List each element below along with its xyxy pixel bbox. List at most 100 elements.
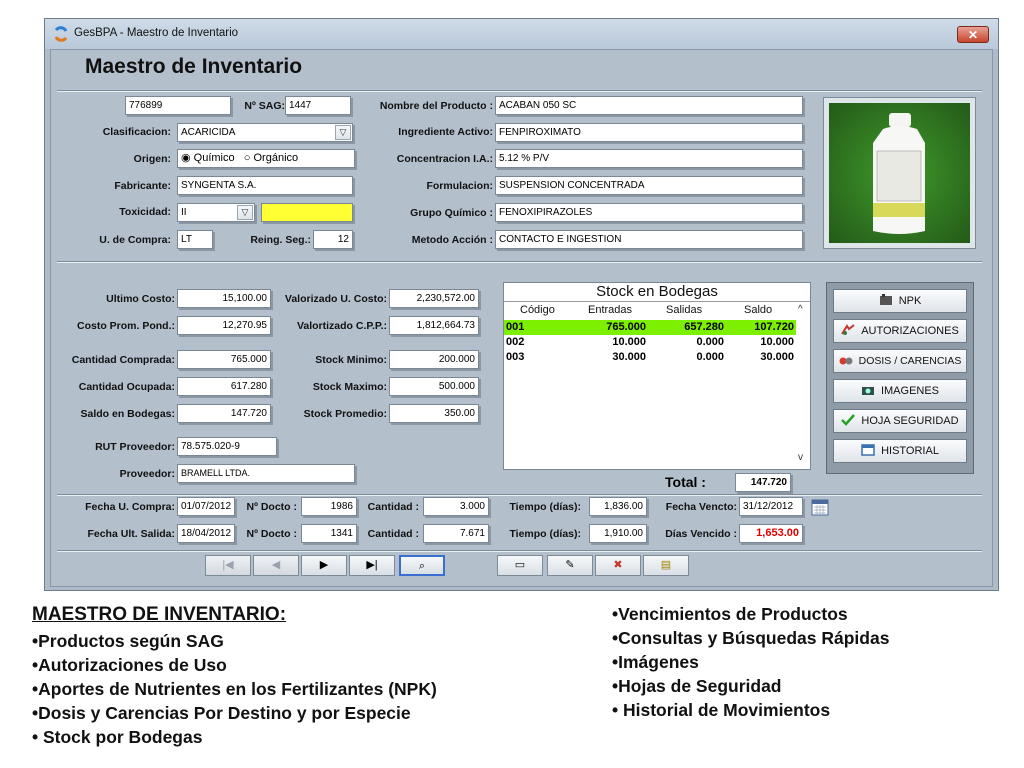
col-salidas-header[interactable]: Salidas [666, 304, 702, 316]
reing-field[interactable]: 12 [313, 230, 353, 249]
fecha-compra-field[interactable]: 01/07/2012 [177, 497, 235, 516]
ndocto-field-2[interactable]: 1341 [301, 524, 357, 543]
grupo-field[interactable]: FENOXIPIRAZOLES [495, 203, 803, 222]
scroll-down-icon[interactable]: v [798, 452, 803, 463]
ucompra-field[interactable]: LT [177, 230, 213, 249]
table-row[interactable]: 002 10.000 0.000 10.000 [504, 336, 796, 350]
metodo-field[interactable]: CONTACTO E INGESTION [495, 230, 803, 249]
next-record-button[interactable]: ▶ [301, 555, 347, 576]
chevron-down-icon[interactable]: ▽ [335, 125, 351, 140]
last-record-button[interactable]: ▶| [349, 555, 395, 576]
nombre-field[interactable]: ACABAN 050 SC [495, 96, 803, 115]
stock-min-field[interactable]: 200.000 [389, 350, 479, 369]
formulacion-label: Formulacion: [426, 180, 493, 192]
divider [57, 90, 982, 92]
binoculars-icon: ⌕ [418, 560, 426, 572]
formulacion-field[interactable]: SUSPENSION CONCENTRADA [495, 176, 803, 195]
fabricante-field[interactable]: SYNGENTA S.A. [177, 176, 353, 195]
table-cell: 002 [506, 336, 525, 348]
autorizaciones-button[interactable]: AUTORIZACIONES [833, 319, 967, 343]
previous-record-button[interactable]: ◀ [253, 555, 299, 576]
cant-ocupada-field[interactable]: 617.280 [177, 377, 271, 396]
total-label: Total : [665, 474, 706, 490]
slide-bullet: •Imágenes [612, 652, 699, 672]
first-record-button[interactable]: |◀ [205, 555, 251, 576]
vencto-field[interactable]: 31/12/2012 [739, 497, 803, 516]
radio-organico[interactable]: ○ Orgánico [244, 152, 298, 164]
fecha-salida-label: Fecha Ult. Salida: [87, 528, 175, 540]
product-image [829, 103, 970, 243]
col-saldo-header[interactable]: Saldo [744, 304, 772, 316]
cant-comprada-label: Cantidad Comprada: [71, 354, 175, 366]
concentracion-label: Concentracion I.A.: [396, 153, 493, 165]
search-binoculars-button[interactable]: ⌕ [399, 555, 445, 576]
fabricante-label: Fabricante: [114, 180, 171, 192]
concentracion-field[interactable]: 5.12 % P/V [495, 149, 803, 168]
ultimo-costo-field[interactable]: 15,100.00 [177, 289, 271, 308]
table-row[interactable]: 001 765.000 657.280 107.720 [504, 321, 796, 335]
table-cell: 001 [506, 321, 525, 333]
table-cell: 0.000 [696, 351, 724, 363]
stock-table[interactable]: Stock en Bodegas Código Entradas Salidas… [503, 282, 811, 470]
saldo-field[interactable]: 147.720 [177, 404, 271, 423]
cantidad-field-1[interactable]: 3.000 [423, 497, 489, 516]
tiempo-field-2[interactable]: 1,910.00 [589, 524, 647, 543]
clasificacion-select[interactable]: ACARICIDA ▽ [177, 123, 353, 142]
clasificacion-label: Clasificacion: [102, 126, 171, 138]
dosis-button[interactable]: DOSIS / CARENCIAS [833, 349, 967, 373]
table-cell: 003 [506, 351, 525, 363]
historial-button[interactable]: HISTORIAL [833, 439, 967, 463]
imagenes-button[interactable]: IMAGENES [833, 379, 967, 403]
costo-prom-field[interactable]: 12,270.95 [177, 316, 271, 335]
edit-record-button[interactable]: ✎ [547, 555, 593, 576]
val-cpp-label: Valortizado C.P.P.: [296, 320, 387, 332]
col-entradas-header[interactable]: Entradas [588, 304, 632, 316]
cantidad-field-2[interactable]: 7.671 [423, 524, 489, 543]
fertilizer-icon [879, 294, 892, 305]
stock-prom-field[interactable]: 350.00 [389, 404, 479, 423]
close-button[interactable]: ✕ [957, 26, 989, 43]
ucompra-label: U. de Compra: [99, 234, 171, 246]
npk-button-label: NPK [898, 295, 922, 307]
product-image-frame[interactable] [823, 97, 976, 249]
table-row[interactable]: 003 30.000 0.000 30.000 [504, 351, 796, 365]
col-codigo-header[interactable]: Código [520, 304, 555, 316]
hoja-seguridad-button[interactable]: HOJA SEGURIDAD [833, 409, 967, 433]
open-folder-button[interactable]: ▤ [643, 555, 689, 576]
fecha-salida-field[interactable]: 18/04/2012 [177, 524, 235, 543]
app-window: GesBPA - Maestro de Inventario ✕ Maestro… [44, 18, 999, 591]
saldo-label: Saldo en Bodegas: [80, 408, 175, 420]
table-cell: 10.000 [760, 336, 794, 348]
scroll-up-icon[interactable]: ^ [798, 304, 803, 315]
toxicidad-select[interactable]: II ▽ [177, 203, 255, 222]
stock-scrollbar[interactable]: ^ v [796, 302, 810, 469]
val-cpp-field[interactable]: 1,812,664.73 [389, 316, 479, 335]
rut-field[interactable]: 78.575.020-9 [177, 437, 277, 456]
delete-record-button[interactable]: ✖ [595, 555, 641, 576]
folder-icon: ▤ [660, 559, 672, 571]
cant-comprada-field[interactable]: 765.000 [177, 350, 271, 369]
radio-organico-label: Orgánico [253, 152, 299, 164]
stock-max-field[interactable]: 500.000 [389, 377, 479, 396]
ndocto-label: Nº Docto : [246, 501, 298, 513]
radio-quimico[interactable]: ◉ Químico [181, 152, 235, 164]
table-cell: 765.000 [606, 321, 646, 333]
chevron-down-icon[interactable]: ▽ [237, 205, 253, 220]
calendar-icon[interactable] [811, 498, 829, 516]
npk-button[interactable]: NPK [833, 289, 967, 313]
val-costo-field[interactable]: 2,230,572.00 [389, 289, 479, 308]
nsag-field[interactable]: 1447 [285, 96, 351, 115]
tiempo-label: Tiempo (días): [509, 501, 581, 513]
ndocto-field-1[interactable]: 1986 [301, 497, 357, 516]
proveedor-field[interactable]: BRAMELL LTDA. [177, 464, 355, 483]
val-costo-label: Valorizado U. Costo: [284, 293, 387, 305]
autorizaciones-button-label: AUTORIZACIONES [861, 325, 959, 337]
new-record-button[interactable]: ▭ [497, 555, 543, 576]
divider [57, 550, 982, 552]
slide-bullet: •Hojas de Seguridad [612, 676, 782, 696]
window-title: GesBPA - Maestro de Inventario [74, 27, 239, 39]
ingrediente-field[interactable]: FENPIROXIMATO [495, 123, 803, 142]
tiempo-field-1[interactable]: 1,836.00 [589, 497, 647, 516]
codigo-field[interactable]: 776899 [125, 96, 231, 115]
vencto-label: Fecha Vencto: [665, 501, 737, 513]
